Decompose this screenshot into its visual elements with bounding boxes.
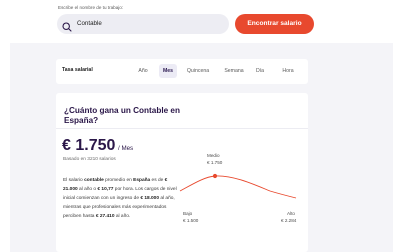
based-on-count: Basado en 3210 salarios <box>63 157 116 162</box>
low-value: € 1.500 <box>183 218 199 223</box>
tab-fortnight[interactable]: Quincena <box>184 64 212 78</box>
description-highlight: € 10,77 <box>97 187 114 192</box>
distribution-curve <box>179 175 297 199</box>
description-text: El salario <box>63 178 85 183</box>
tab-hour[interactable]: Hora <box>279 64 297 78</box>
salary-rate-card <box>56 59 308 84</box>
salary-rate-title: Tasa salarial <box>62 67 93 73</box>
low-label: Bajo <box>183 211 193 216</box>
tab-month[interactable]: Mes <box>159 64 177 78</box>
search-icon <box>62 19 72 32</box>
salary-period: / Mes <box>118 145 134 152</box>
salary-question-heading: ¿Cuánto gana un Contable en España? <box>64 106 180 125</box>
search-input[interactable] <box>77 18 217 30</box>
median-label: Medio <box>207 153 220 158</box>
salary-description: El salario contable promedio en España e… <box>63 176 178 221</box>
description-highlight: € 27.410 <box>95 214 115 219</box>
median-marker <box>212 173 218 179</box>
tab-year[interactable]: Año <box>135 64 151 78</box>
card-divider <box>56 128 308 129</box>
search-label: Escribe el nombre de tu trabajo: <box>58 5 124 10</box>
description-text: al año o <box>77 187 98 192</box>
find-salary-button[interactable]: Encontrar salario <box>235 14 314 34</box>
description-text: promedio en <box>103 178 134 183</box>
salary-amount: € 1.750 <box>62 137 116 154</box>
median-value: € 1.750 <box>207 160 223 165</box>
salary-distribution-chart <box>179 173 297 199</box>
tab-day[interactable]: Día <box>254 64 266 78</box>
high-label: Alto <box>287 211 295 216</box>
tab-week[interactable]: Semana <box>223 64 245 78</box>
description-text: es de <box>150 178 165 183</box>
description-highlight: € 18.000 <box>140 196 160 201</box>
description-highlight: España <box>133 178 151 183</box>
description-highlight: contable <box>84 178 104 183</box>
high-value: € 2.284 <box>281 218 297 223</box>
description-text: al año. <box>114 214 131 219</box>
